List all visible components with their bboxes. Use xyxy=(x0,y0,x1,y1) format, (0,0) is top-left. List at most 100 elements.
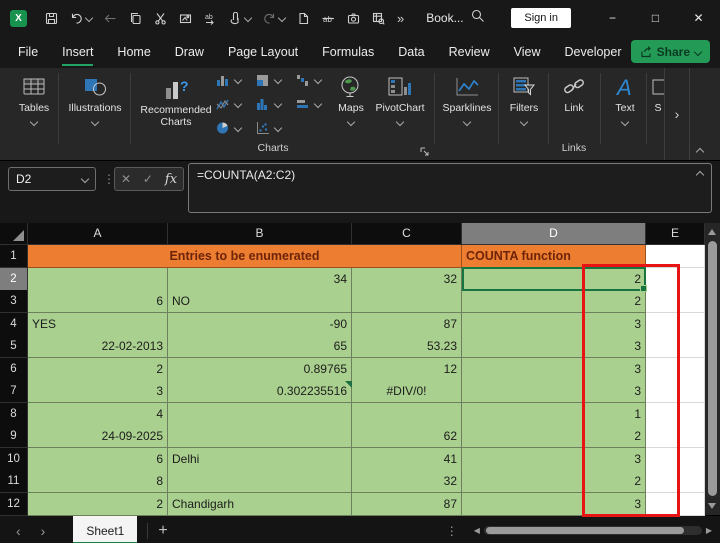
hscroll-left-icon[interactable]: ◀ xyxy=(474,526,480,535)
vertical-scroll-thumb[interactable] xyxy=(708,241,717,496)
next-sheet-icon[interactable]: › xyxy=(41,523,46,539)
charts-dialog-launcher-icon[interactable] xyxy=(420,144,430,162)
histogram-chart-button[interactable] xyxy=(256,94,292,114)
bar-chart-button[interactable] xyxy=(296,94,332,114)
cell-B11[interactable] xyxy=(168,470,352,493)
row-header-9[interactable]: 9 xyxy=(0,425,28,448)
cell-A7[interactable]: 3 xyxy=(28,380,168,403)
pivotchart-button[interactable]: PivotChart xyxy=(370,72,430,125)
share-button[interactable]: Share xyxy=(631,40,710,63)
cell-A5[interactable]: 22-02-2013 xyxy=(28,335,168,358)
tab-file[interactable]: File xyxy=(18,39,38,66)
cell-A2[interactable] xyxy=(28,268,168,291)
filters-button[interactable]: Filters xyxy=(502,72,546,125)
row-header-2[interactable]: 2 xyxy=(0,268,28,291)
cell-A1-merged[interactable]: Entries to be enumerated xyxy=(28,245,462,268)
row-header-12[interactable]: 12 xyxy=(0,493,28,516)
cell-A4[interactable]: YES xyxy=(28,313,168,336)
cell-B5[interactable]: 65 xyxy=(168,335,352,358)
tab-insert[interactable]: Insert xyxy=(62,39,93,66)
cell-B10[interactable]: Delhi xyxy=(168,448,352,471)
more-commands-icon[interactable]: » xyxy=(397,11,404,26)
hscroll-right-icon[interactable]: ▶ xyxy=(706,526,712,535)
copy-icon[interactable] xyxy=(129,12,142,25)
cell-A3[interactable]: 6 xyxy=(28,290,168,313)
maximize-button[interactable]: □ xyxy=(634,0,677,36)
touch-mode-icon[interactable] xyxy=(229,12,251,25)
cell-B7[interactable]: 0.302235516 xyxy=(168,380,352,403)
cell-A9[interactable]: 24-09-2025 xyxy=(28,425,168,448)
replace-icon[interactable]: ab xyxy=(204,12,217,25)
ribbon-scroll-right-button[interactable]: › xyxy=(664,68,690,160)
illustrations-button[interactable]: Illustrations xyxy=(62,72,128,125)
tab-data[interactable]: Data xyxy=(398,39,424,66)
row-header-10[interactable]: 10 xyxy=(0,448,28,471)
enter-icon[interactable]: ✓ xyxy=(143,172,153,186)
sheet-tab-sheet1[interactable]: Sheet1 xyxy=(73,516,137,543)
redo-button[interactable] xyxy=(263,12,285,25)
tab-view[interactable]: View xyxy=(514,39,541,66)
line-chart-button[interactable] xyxy=(216,94,252,114)
preview-table-icon[interactable] xyxy=(372,12,385,25)
cell-B3[interactable]: NO xyxy=(168,290,352,313)
cell-B2[interactable]: 34 xyxy=(168,268,352,291)
camera-icon[interactable] xyxy=(347,12,360,25)
strikethrough-icon[interactable]: ab xyxy=(322,12,335,25)
cell-C4[interactable]: 87 xyxy=(352,313,462,336)
tab-page-layout[interactable]: Page Layout xyxy=(228,39,298,66)
column-header-C[interactable]: C xyxy=(352,223,462,245)
cell-A11[interactable]: 8 xyxy=(28,470,168,493)
add-sheet-icon[interactable]: + xyxy=(158,522,167,540)
link-button[interactable]: Link xyxy=(552,72,596,114)
row-header-3[interactable]: 3 xyxy=(0,290,28,313)
cell-C2[interactable]: 32 xyxy=(352,268,462,291)
collapse-formula-bar-icon[interactable] xyxy=(696,171,704,179)
cell-A6[interactable]: 2 xyxy=(28,358,168,381)
row-header-8[interactable]: 8 xyxy=(0,403,28,426)
recommended-charts-button[interactable]: ? Recommended Charts xyxy=(134,74,218,128)
undo-button[interactable] xyxy=(70,12,92,25)
row-header-11[interactable]: 11 xyxy=(0,470,28,493)
cell-B8[interactable] xyxy=(168,403,352,426)
row-header-4[interactable]: 4 xyxy=(0,313,28,336)
text-button[interactable]: A Text xyxy=(604,72,646,125)
waterfall-chart-button[interactable] xyxy=(296,70,332,90)
scroll-down-icon[interactable] xyxy=(708,503,716,509)
cell-C11[interactable]: 32 xyxy=(352,470,462,493)
column-header-A[interactable]: A xyxy=(28,223,168,245)
name-box[interactable]: D2 xyxy=(8,167,96,191)
cell-B12[interactable]: Chandigarh xyxy=(168,493,352,516)
row-header-5[interactable]: 5 xyxy=(0,335,28,358)
name-box-dropdown-icon[interactable] xyxy=(81,175,89,183)
cell-B4[interactable]: -90 xyxy=(168,313,352,336)
cell-C12[interactable]: 87 xyxy=(352,493,462,516)
tab-review[interactable]: Review xyxy=(449,39,490,66)
sheetbar-options-icon[interactable]: ⋮ xyxy=(446,524,458,538)
cell-A8[interactable]: 4 xyxy=(28,403,168,426)
insert-function-icon[interactable]: fx xyxy=(165,172,177,187)
cell-B6[interactable]: 0.89765 xyxy=(168,358,352,381)
back-icon[interactable] xyxy=(104,12,117,25)
scatter-chart-button[interactable] xyxy=(256,118,292,138)
prev-sheet-icon[interactable]: ‹ xyxy=(16,523,21,539)
column-header-E[interactable]: E xyxy=(646,223,705,245)
select-all-corner[interactable] xyxy=(0,223,28,245)
save-icon[interactable] xyxy=(45,12,58,25)
row-header-7[interactable]: 7 xyxy=(0,380,28,403)
close-button[interactable]: ✕ xyxy=(677,0,720,36)
row-header-1[interactable]: 1 xyxy=(0,245,28,268)
sign-in-button[interactable]: Sign in xyxy=(511,8,571,28)
tab-draw[interactable]: Draw xyxy=(175,39,204,66)
cut-icon[interactable] xyxy=(154,12,167,25)
column-header-B[interactable]: B xyxy=(168,223,352,245)
cell-C8[interactable] xyxy=(352,403,462,426)
column-chart-button[interactable] xyxy=(216,70,252,90)
cell-C5[interactable]: 53.23 xyxy=(352,335,462,358)
cell-A10[interactable]: 6 xyxy=(28,448,168,471)
maps-button[interactable]: Maps xyxy=(330,72,372,125)
scroll-up-icon[interactable] xyxy=(708,229,716,235)
tab-developer[interactable]: Developer xyxy=(565,39,622,66)
tab-formulas[interactable]: Formulas xyxy=(322,39,374,66)
red-highlight-shape[interactable] xyxy=(582,264,680,517)
sparklines-button[interactable]: Sparklines xyxy=(438,72,496,125)
